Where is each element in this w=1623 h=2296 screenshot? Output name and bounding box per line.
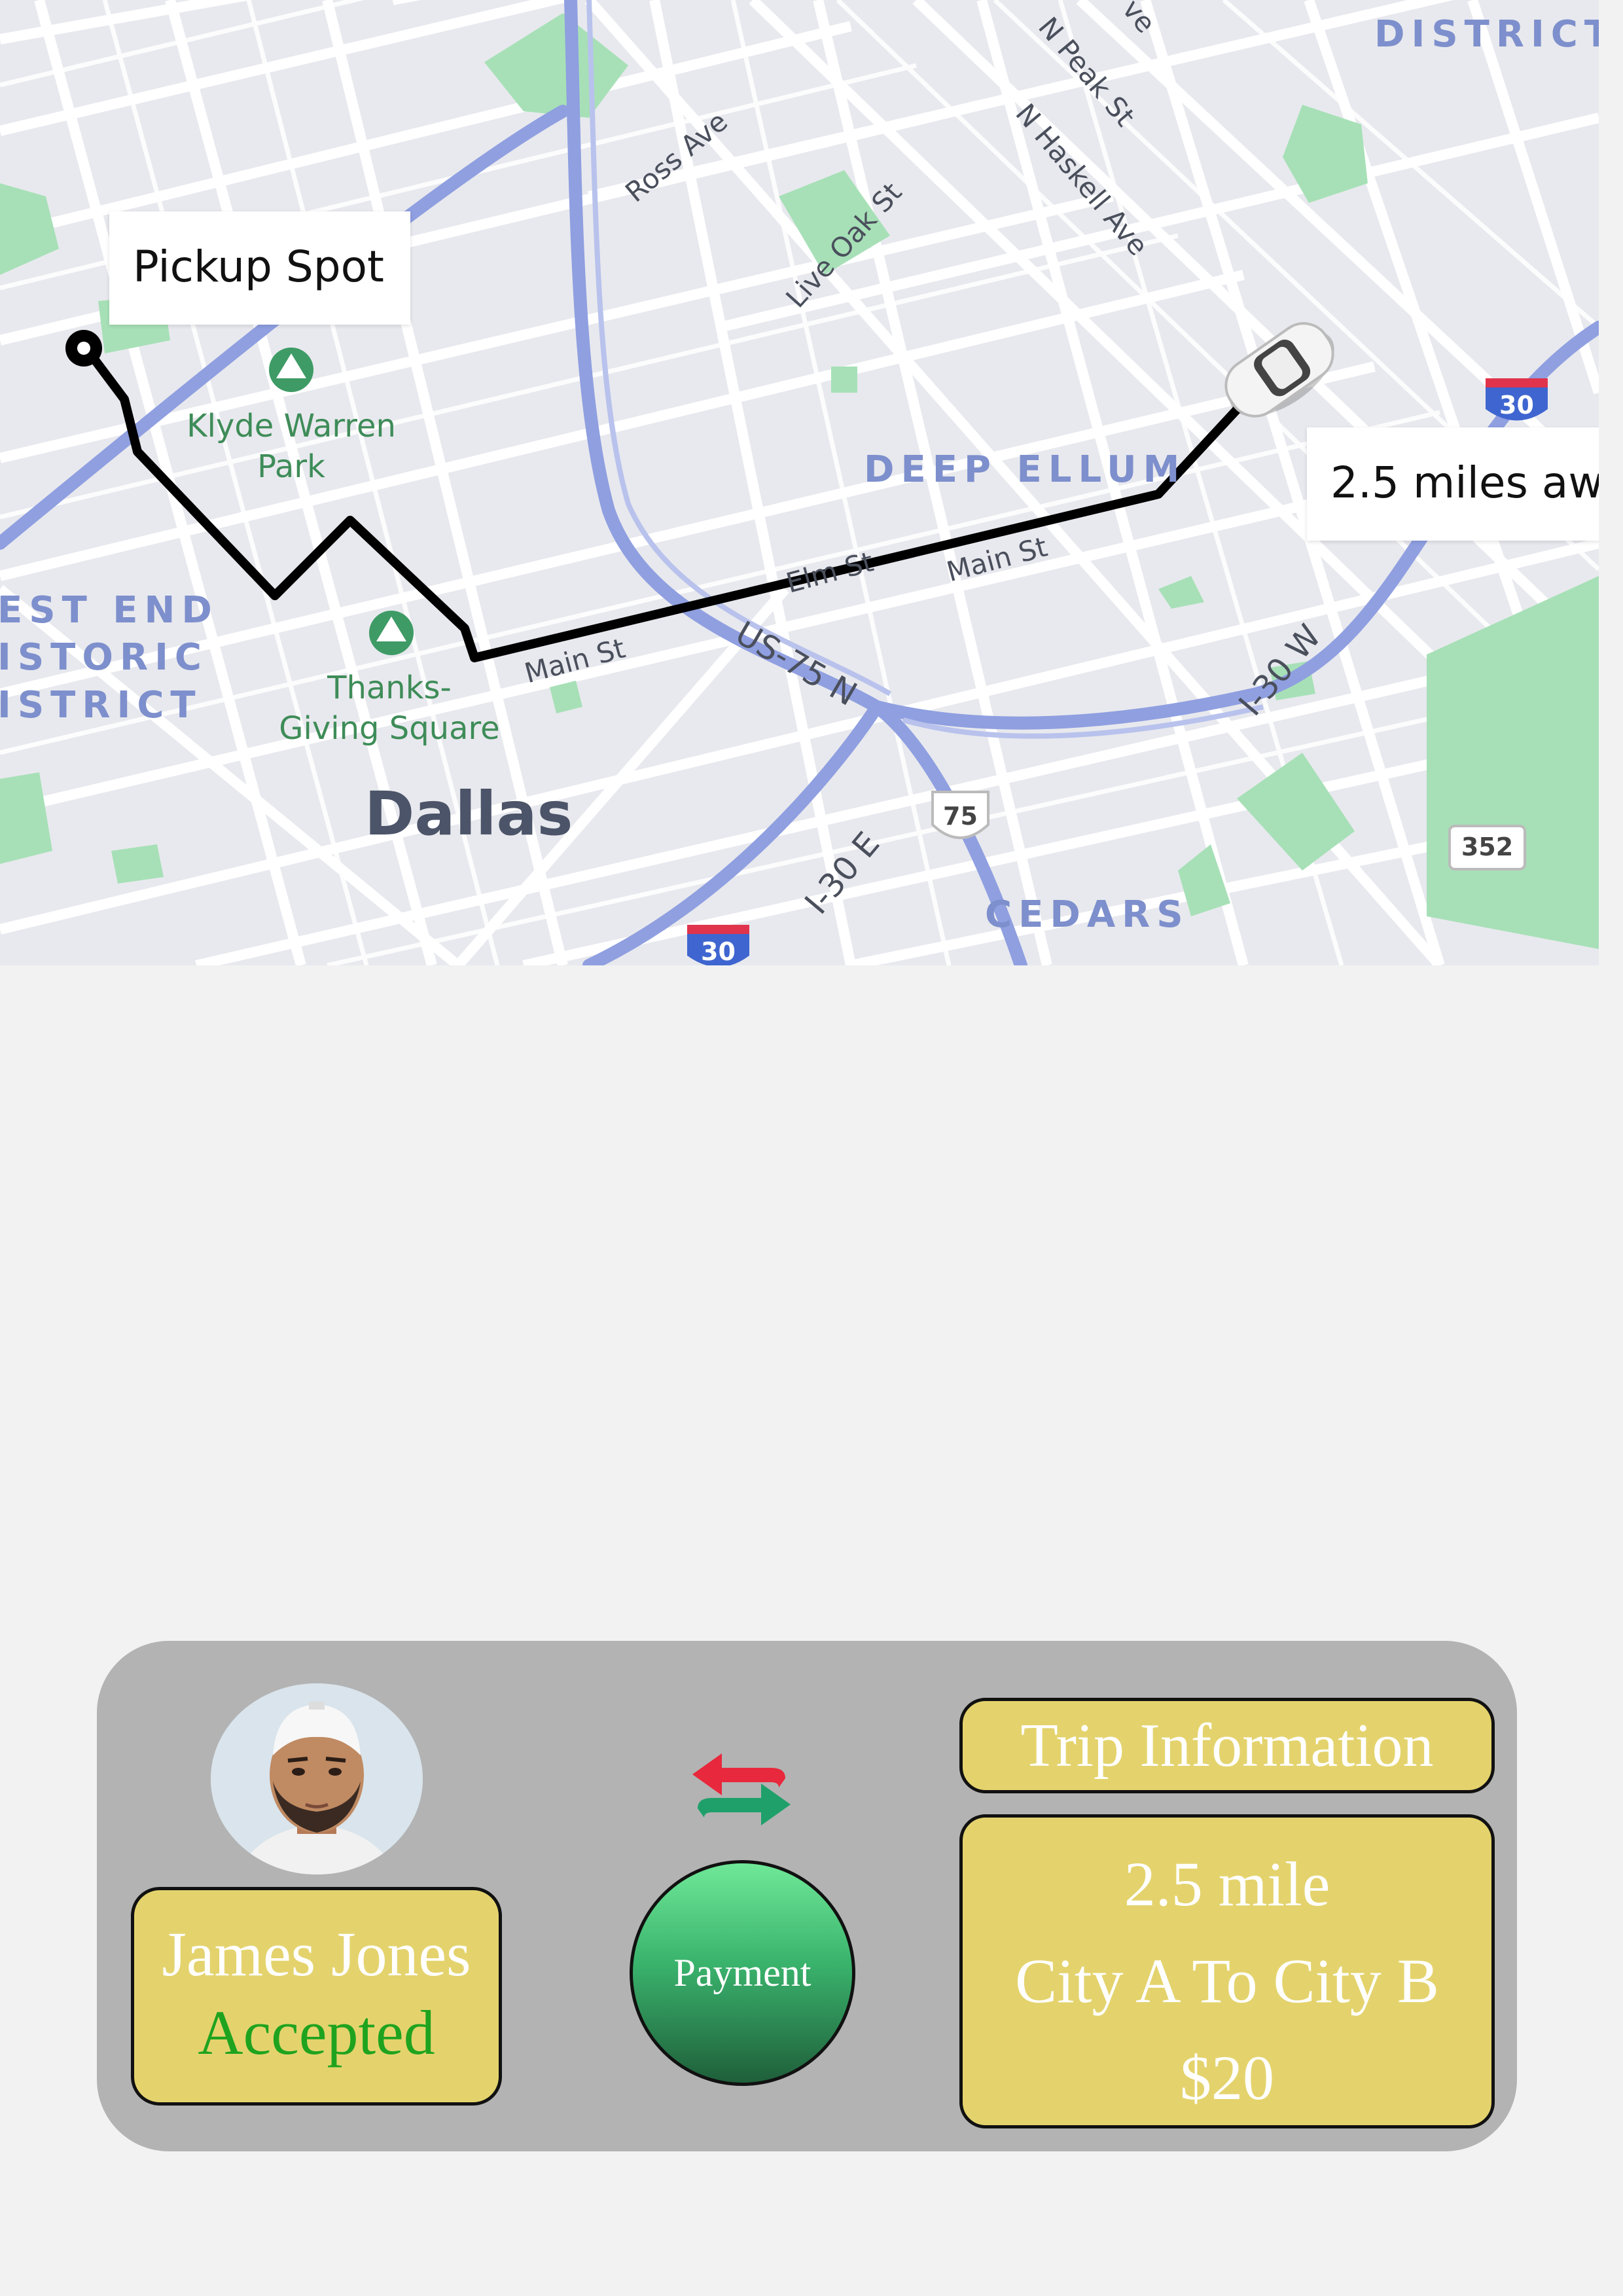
trip-information-header: Trip Information	[959, 1698, 1495, 1793]
driver-photo	[211, 1683, 423, 1874]
i30-shield-label: 30	[1499, 391, 1534, 420]
deep-ellum-label: DEEP ELLUM	[864, 448, 1186, 491]
driver-name: James Jones	[162, 1919, 471, 1989]
park-label: Klyde Warren Park	[187, 408, 396, 486]
city-label: Dallas	[365, 779, 573, 849]
west-end-label: EST END	[0, 589, 219, 632]
avatar	[211, 1683, 423, 1874]
pickup-spot-label: Pickup Spot	[109, 211, 410, 325]
park-label: Thanks- Giving Square	[279, 670, 500, 747]
route-map[interactable]: 30 30 75 352 DISTRICT DEEP ELLUM CEDARS …	[0, 0, 1599, 965]
trip-route: City A To City B	[1015, 1946, 1439, 2016]
park-tree-icon	[269, 348, 313, 392]
i30-shield-label: 30	[701, 937, 736, 965]
pickup-pin-icon	[65, 330, 102, 367]
west-end-label: ISTRICT	[0, 684, 202, 726]
driver-info-card: James Jones Accepted	[131, 1887, 502, 2106]
trip-details-card: 2.5 mile City A To City B $20	[959, 1814, 1495, 2128]
driver-status: Accepted	[198, 1998, 435, 2068]
park-tree-icon	[369, 611, 414, 655]
trip-price: $20	[1180, 2043, 1274, 2113]
driver-distance-label: 2.5 miles away	[1307, 427, 1599, 541]
swap-arrows-icon	[692, 1753, 791, 1825]
trip-distance: 2.5 mile	[1124, 1849, 1330, 1919]
cedars-label: CEDARS	[985, 893, 1190, 936]
tx352-shield-label: 352	[1461, 833, 1514, 861]
district-label: DISTRICT	[1374, 13, 1599, 56]
west-end-label: ISTORIC	[0, 636, 209, 679]
us75-shield-label: 75	[943, 802, 978, 831]
payment-button[interactable]: Payment	[630, 1860, 855, 2086]
